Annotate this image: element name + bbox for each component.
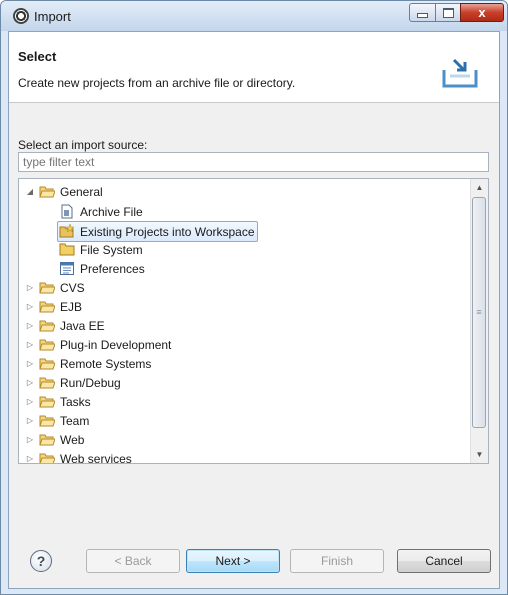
tree-item-label: Existing Projects into Workspace bbox=[80, 224, 255, 239]
folder-icon bbox=[39, 358, 55, 370]
tree-item-remote-systems[interactable]: ▷ Remote Systems bbox=[25, 354, 151, 373]
tree-item-java-ee[interactable]: ▷ Java EE bbox=[25, 316, 105, 335]
close-button[interactable]: x bbox=[460, 3, 504, 22]
tree-item-label: Web bbox=[60, 432, 85, 447]
dialog-client-area: Select Create new projects from an archi… bbox=[8, 31, 500, 589]
window-title: Import bbox=[34, 9, 71, 24]
tree-item-label: General bbox=[60, 184, 103, 199]
import-source-label: Select an import source: bbox=[18, 138, 148, 152]
collapsed-arrow-icon[interactable]: ▷ bbox=[25, 435, 35, 445]
collapsed-arrow-icon[interactable]: ▷ bbox=[25, 397, 35, 407]
collapsed-arrow-icon[interactable]: ▷ bbox=[25, 283, 35, 293]
folder-icon bbox=[39, 339, 55, 351]
tree-item-file-system[interactable]: File System bbox=[59, 240, 143, 259]
folder-icon bbox=[59, 243, 75, 256]
tree-item-ejb[interactable]: ▷ EJB bbox=[25, 297, 82, 316]
tree-item-web-services[interactable]: ▷ Web services bbox=[25, 449, 132, 464]
collapsed-arrow-icon[interactable]: ▷ bbox=[25, 359, 35, 369]
minimize-button[interactable] bbox=[409, 3, 436, 22]
tree-item-web[interactable]: ▷ Web bbox=[25, 430, 85, 449]
page-title: Select bbox=[18, 49, 57, 64]
collapsed-arrow-icon[interactable]: ▷ bbox=[25, 340, 35, 350]
import-source-tree[interactable]: ◢ General Archive File Existing Projects… bbox=[18, 178, 489, 464]
help-icon: ? bbox=[36, 553, 46, 569]
folder-icon bbox=[39, 377, 55, 389]
expanded-arrow-icon[interactable]: ◢ bbox=[25, 187, 35, 197]
tree-item-plugin-development[interactable]: ▷ Plug-in Development bbox=[25, 335, 171, 354]
tree-item-label: Preferences bbox=[80, 261, 145, 276]
eclipse-app-icon bbox=[13, 8, 29, 24]
collapsed-arrow-icon[interactable]: ▷ bbox=[25, 416, 35, 426]
tree-item-label: File System bbox=[80, 242, 143, 257]
tree-item-label: Team bbox=[60, 413, 90, 428]
folder-icon bbox=[39, 396, 55, 408]
tree-scrollbar[interactable]: ▲ ≡ ▼ bbox=[470, 179, 488, 463]
collapsed-arrow-icon[interactable]: ▷ bbox=[25, 302, 35, 312]
tree-item-label: EJB bbox=[60, 299, 83, 314]
tree-item-preferences[interactable]: Preferences bbox=[59, 259, 145, 278]
tree-item-label: Plug-in Development bbox=[60, 337, 172, 352]
tree-item-existing-projects[interactable]: Existing Projects into Workspace bbox=[57, 221, 258, 242]
import-wizard-icon bbox=[442, 58, 478, 88]
tree-item-team[interactable]: ▷ Team bbox=[25, 411, 89, 430]
scroll-thumb[interactable]: ≡ bbox=[472, 197, 486, 428]
tree-item-cvs[interactable]: ▷ CVS bbox=[25, 278, 85, 297]
folder-icon bbox=[39, 282, 55, 294]
grip-icon: ≡ bbox=[476, 307, 482, 317]
folder-icon bbox=[39, 415, 55, 427]
collapsed-arrow-icon[interactable]: ▷ bbox=[25, 454, 35, 463]
tree-item-tasks[interactable]: ▷ Tasks bbox=[25, 392, 91, 411]
tree-item-label: Java EE bbox=[60, 318, 105, 333]
archive-file-icon bbox=[61, 204, 73, 219]
tree-item-label: Remote Systems bbox=[60, 356, 152, 371]
tree-item-run-debug[interactable]: ▷ Run/Debug bbox=[25, 373, 121, 392]
import-dialog: Import x Select Create new projects from… bbox=[0, 0, 508, 595]
tree-item-label: Run/Debug bbox=[60, 375, 121, 390]
tree-item-label: Web services bbox=[60, 451, 132, 464]
tree-item-label: Archive File bbox=[80, 204, 143, 219]
cancel-button[interactable]: Cancel bbox=[397, 549, 491, 573]
close-icon: x bbox=[478, 5, 486, 20]
filter-input[interactable] bbox=[18, 152, 489, 172]
collapsed-arrow-icon[interactable]: ▷ bbox=[25, 378, 35, 388]
minimize-icon bbox=[417, 13, 428, 18]
preferences-icon bbox=[60, 262, 74, 275]
next-button[interactable]: Next > bbox=[186, 549, 280, 573]
back-button[interactable]: < Back bbox=[86, 549, 180, 573]
folder-icon bbox=[39, 320, 55, 332]
existing-projects-icon bbox=[59, 224, 75, 238]
collapsed-arrow-icon[interactable]: ▷ bbox=[25, 321, 35, 331]
page-description: Create new projects from an archive file… bbox=[18, 76, 296, 90]
finish-button[interactable]: Finish bbox=[290, 549, 384, 573]
scroll-down-arrow-icon[interactable]: ▼ bbox=[471, 446, 488, 463]
scroll-up-arrow-icon[interactable]: ▲ bbox=[471, 179, 488, 196]
folder-icon bbox=[39, 434, 55, 446]
folder-icon bbox=[39, 453, 55, 463]
tree-item-archive-file[interactable]: Archive File bbox=[59, 202, 143, 221]
maximize-icon bbox=[442, 7, 454, 18]
title-bar[interactable]: Import x bbox=[1, 1, 507, 31]
open-folder-icon bbox=[39, 186, 55, 198]
help-button[interactable]: ? bbox=[30, 550, 52, 572]
tree-item-label: Tasks bbox=[60, 394, 91, 409]
wizard-header: Select Create new projects from an archi… bbox=[9, 32, 499, 103]
maximize-button[interactable] bbox=[435, 3, 461, 22]
folder-icon bbox=[39, 301, 55, 313]
tree-item-label: CVS bbox=[60, 280, 85, 295]
tree-item-general[interactable]: ◢ General bbox=[25, 182, 103, 201]
